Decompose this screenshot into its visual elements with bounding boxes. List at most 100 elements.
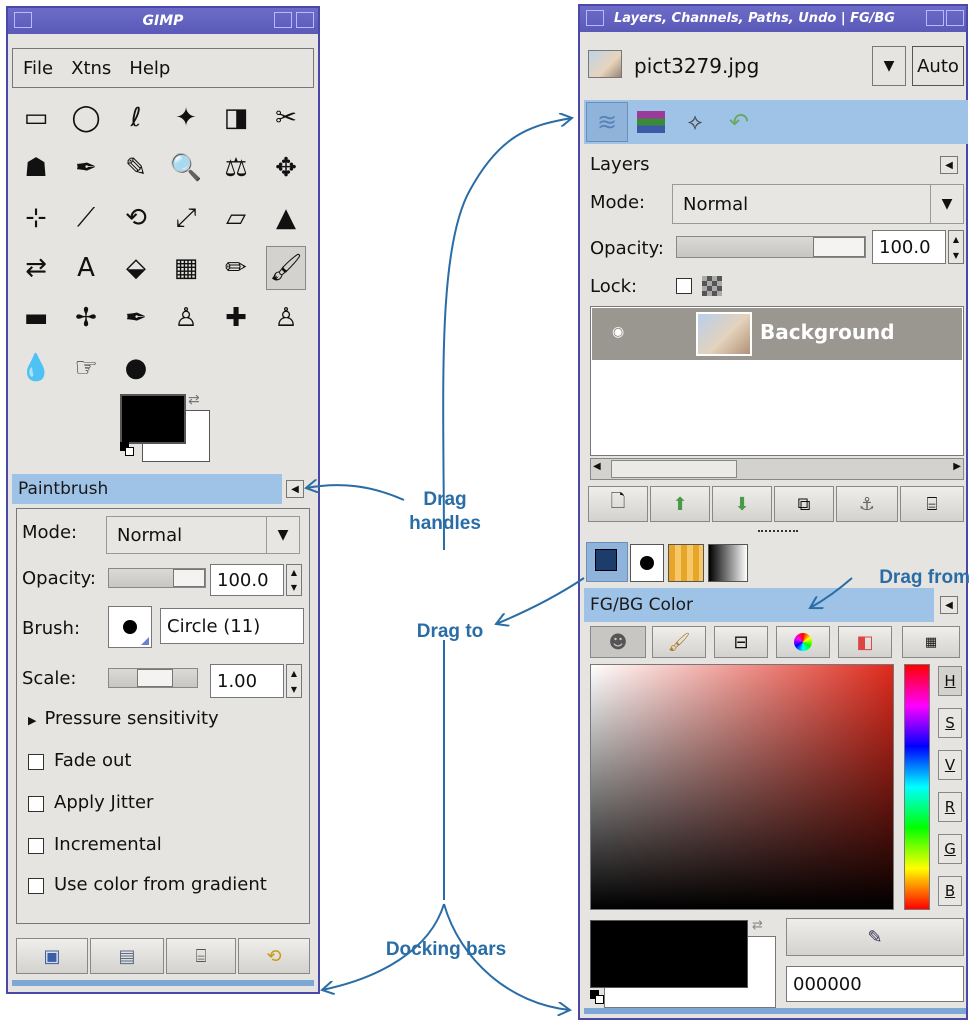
apply-jitter-checkbox[interactable] xyxy=(28,796,44,812)
watercolor-selector-button[interactable]: 🖌 xyxy=(652,626,706,658)
scrollbar-thumb[interactable] xyxy=(611,460,737,478)
scale-slider[interactable] xyxy=(108,668,198,688)
scissors-icon[interactable]: ✂ xyxy=(266,96,306,140)
image-select[interactable]: pict3279.jpg ▼ xyxy=(624,46,906,86)
hue-strip[interactable] xyxy=(904,664,930,910)
channel-s-button[interactable]: S xyxy=(938,708,962,738)
blur-icon[interactable]: 💧 xyxy=(16,346,56,390)
scale-spinner[interactable]: ▲ ▼ xyxy=(286,664,302,698)
shear-icon[interactable]: ▱ xyxy=(216,196,256,240)
scale-icon[interactable]: ⤢ xyxy=(166,196,206,240)
scroll-left-icon[interactable]: ◀ xyxy=(593,461,601,472)
perspective-icon[interactable]: ▲ xyxy=(266,196,306,240)
lower-layer-button[interactable]: ⬇ xyxy=(712,486,772,522)
color-picker-icon[interactable]: ✎ xyxy=(116,146,156,190)
ink-icon[interactable]: ✒ xyxy=(116,296,156,340)
brush-preview-button[interactable] xyxy=(108,606,152,648)
cmyk-selector-button[interactable]: ◧ xyxy=(838,626,892,658)
raise-layer-button[interactable]: ⬆ xyxy=(650,486,710,522)
channel-r-button[interactable]: R xyxy=(938,792,962,822)
layer-opacity-slider[interactable] xyxy=(676,236,866,258)
mode-select[interactable]: Normal ▼ xyxy=(106,516,300,554)
toolbox-titlebar[interactable]: GIMP xyxy=(8,8,318,34)
blend-icon[interactable]: ▦ xyxy=(166,246,206,290)
dock-swap-colors-icon[interactable]: ⇄ xyxy=(752,918,763,933)
delete-options-button[interactable]: ⌸ xyxy=(166,938,236,974)
rect-select-icon[interactable]: ▭ xyxy=(16,96,56,140)
channel-b-button[interactable]: B xyxy=(938,876,962,906)
lasso-icon[interactable]: ℓ xyxy=(116,96,156,140)
tab-channels[interactable] xyxy=(630,102,672,142)
wheel-selector-button[interactable] xyxy=(776,626,830,658)
restore-options-button[interactable]: ▤ xyxy=(90,938,164,974)
layer-row[interactable]: ◉ Background xyxy=(592,308,962,360)
crop-icon[interactable]: ⟋ xyxy=(66,196,106,240)
tab-undo[interactable]: ↶ xyxy=(718,102,760,142)
fgbg-tab-menu-button[interactable]: ◀ xyxy=(940,596,958,614)
save-options-button[interactable]: ▣ xyxy=(16,938,88,974)
ellipse-select-icon[interactable]: ◯ xyxy=(66,96,106,140)
measure-icon[interactable]: ⚖ xyxy=(216,146,256,190)
paintbrush-icon[interactable]: 🖌 xyxy=(266,246,306,290)
window-menu-button[interactable] xyxy=(14,12,32,28)
tab-fgbg-color[interactable] xyxy=(586,542,628,582)
foreground-color-swatch[interactable] xyxy=(120,394,186,444)
text-icon[interactable]: A xyxy=(66,246,106,290)
pane-separator-handle[interactable] xyxy=(758,530,798,536)
rotate-icon[interactable]: ⟲ xyxy=(116,196,156,240)
tab-brushes[interactable] xyxy=(630,544,664,582)
fade-out-checkbox[interactable] xyxy=(28,754,44,770)
gradient-color-checkbox[interactable] xyxy=(28,878,44,894)
channel-h-button[interactable]: H xyxy=(938,666,962,696)
swap-colors-icon[interactable]: ⇄ xyxy=(188,392,200,408)
flip-icon[interactable]: ⇄ xyxy=(16,246,56,290)
dock-titlebar[interactable]: Layers, Channels, Paths, Undo | FG/BG xyxy=(580,6,966,32)
eye-icon[interactable]: ◉ xyxy=(612,324,624,340)
color-saturation-value-area[interactable] xyxy=(590,664,894,910)
dock-close-button[interactable] xyxy=(946,10,964,26)
pressure-sensitivity-expander[interactable]: ▶ Pressure sensitivity xyxy=(28,708,219,729)
smudge-icon[interactable]: ☞ xyxy=(66,346,106,390)
clone-icon[interactable]: ♙ xyxy=(166,296,206,340)
layer-opacity-spinner[interactable]: ▲ ▼ xyxy=(948,230,964,264)
menu-xtns[interactable]: Xtns xyxy=(71,58,111,79)
channel-g-button[interactable]: G xyxy=(938,834,962,864)
minimize-button[interactable] xyxy=(274,12,292,28)
reset-options-button[interactable]: ⟲ xyxy=(238,938,310,974)
fgbg-panel-tab[interactable]: FG/BG Color xyxy=(584,588,934,622)
new-layer-button[interactable]: 🗋 xyxy=(588,486,648,522)
menu-file[interactable]: File xyxy=(23,58,53,79)
gimp-selector-button[interactable]: ☻ xyxy=(590,626,646,658)
scales-selector-button[interactable]: ⊟ xyxy=(714,626,768,658)
tool-options-tab-menu-button[interactable]: ◀ xyxy=(286,480,304,498)
dock-docking-bar[interactable] xyxy=(584,1008,966,1014)
lock-alpha-checkbox[interactable] xyxy=(676,278,692,294)
duplicate-layer-button[interactable]: ⧉ xyxy=(774,486,834,522)
paths-icon[interactable]: ✒ xyxy=(66,146,106,190)
opacity-slider[interactable] xyxy=(108,568,206,588)
heal-icon[interactable]: ✚ xyxy=(216,296,256,340)
dock-default-colors-icon[interactable] xyxy=(590,990,604,1004)
tool-options-tab[interactable]: Paintbrush xyxy=(12,474,282,504)
default-colors-icon[interactable] xyxy=(120,442,134,456)
dodge-burn-icon[interactable]: ● xyxy=(116,346,156,390)
move-icon[interactable]: ✥ xyxy=(266,146,306,190)
palette-selector-button[interactable]: ▦ xyxy=(902,626,960,658)
dock-window-menu-button[interactable] xyxy=(586,10,604,26)
opacity-field[interactable]: 100.0 xyxy=(210,564,284,596)
tab-paths[interactable]: ⟡ xyxy=(674,102,716,142)
tab-gradients[interactable] xyxy=(708,544,748,582)
perspective-clone-icon[interactable]: ♙ xyxy=(266,296,306,340)
align-icon[interactable]: ⊹ xyxy=(16,196,56,240)
opacity-spinner[interactable]: ▲ ▼ xyxy=(286,564,302,596)
anchor-layer-button[interactable]: ⚓ xyxy=(836,486,898,522)
pencil-icon[interactable]: ✏ xyxy=(216,246,256,290)
fuzzy-select-icon[interactable]: ✦ xyxy=(166,96,206,140)
bucket-fill-icon[interactable]: ⬙ xyxy=(116,246,156,290)
zoom-icon[interactable]: 🔍 xyxy=(166,146,206,190)
layer-opacity-field[interactable]: 100.0 xyxy=(872,230,946,264)
eyedropper-button[interactable]: ✎ xyxy=(786,918,964,956)
delete-layer-button[interactable]: ⌸ xyxy=(900,486,964,522)
dock-fg-color-swatch[interactable] xyxy=(590,920,748,988)
hex-color-field[interactable]: 000000 xyxy=(786,966,964,1002)
